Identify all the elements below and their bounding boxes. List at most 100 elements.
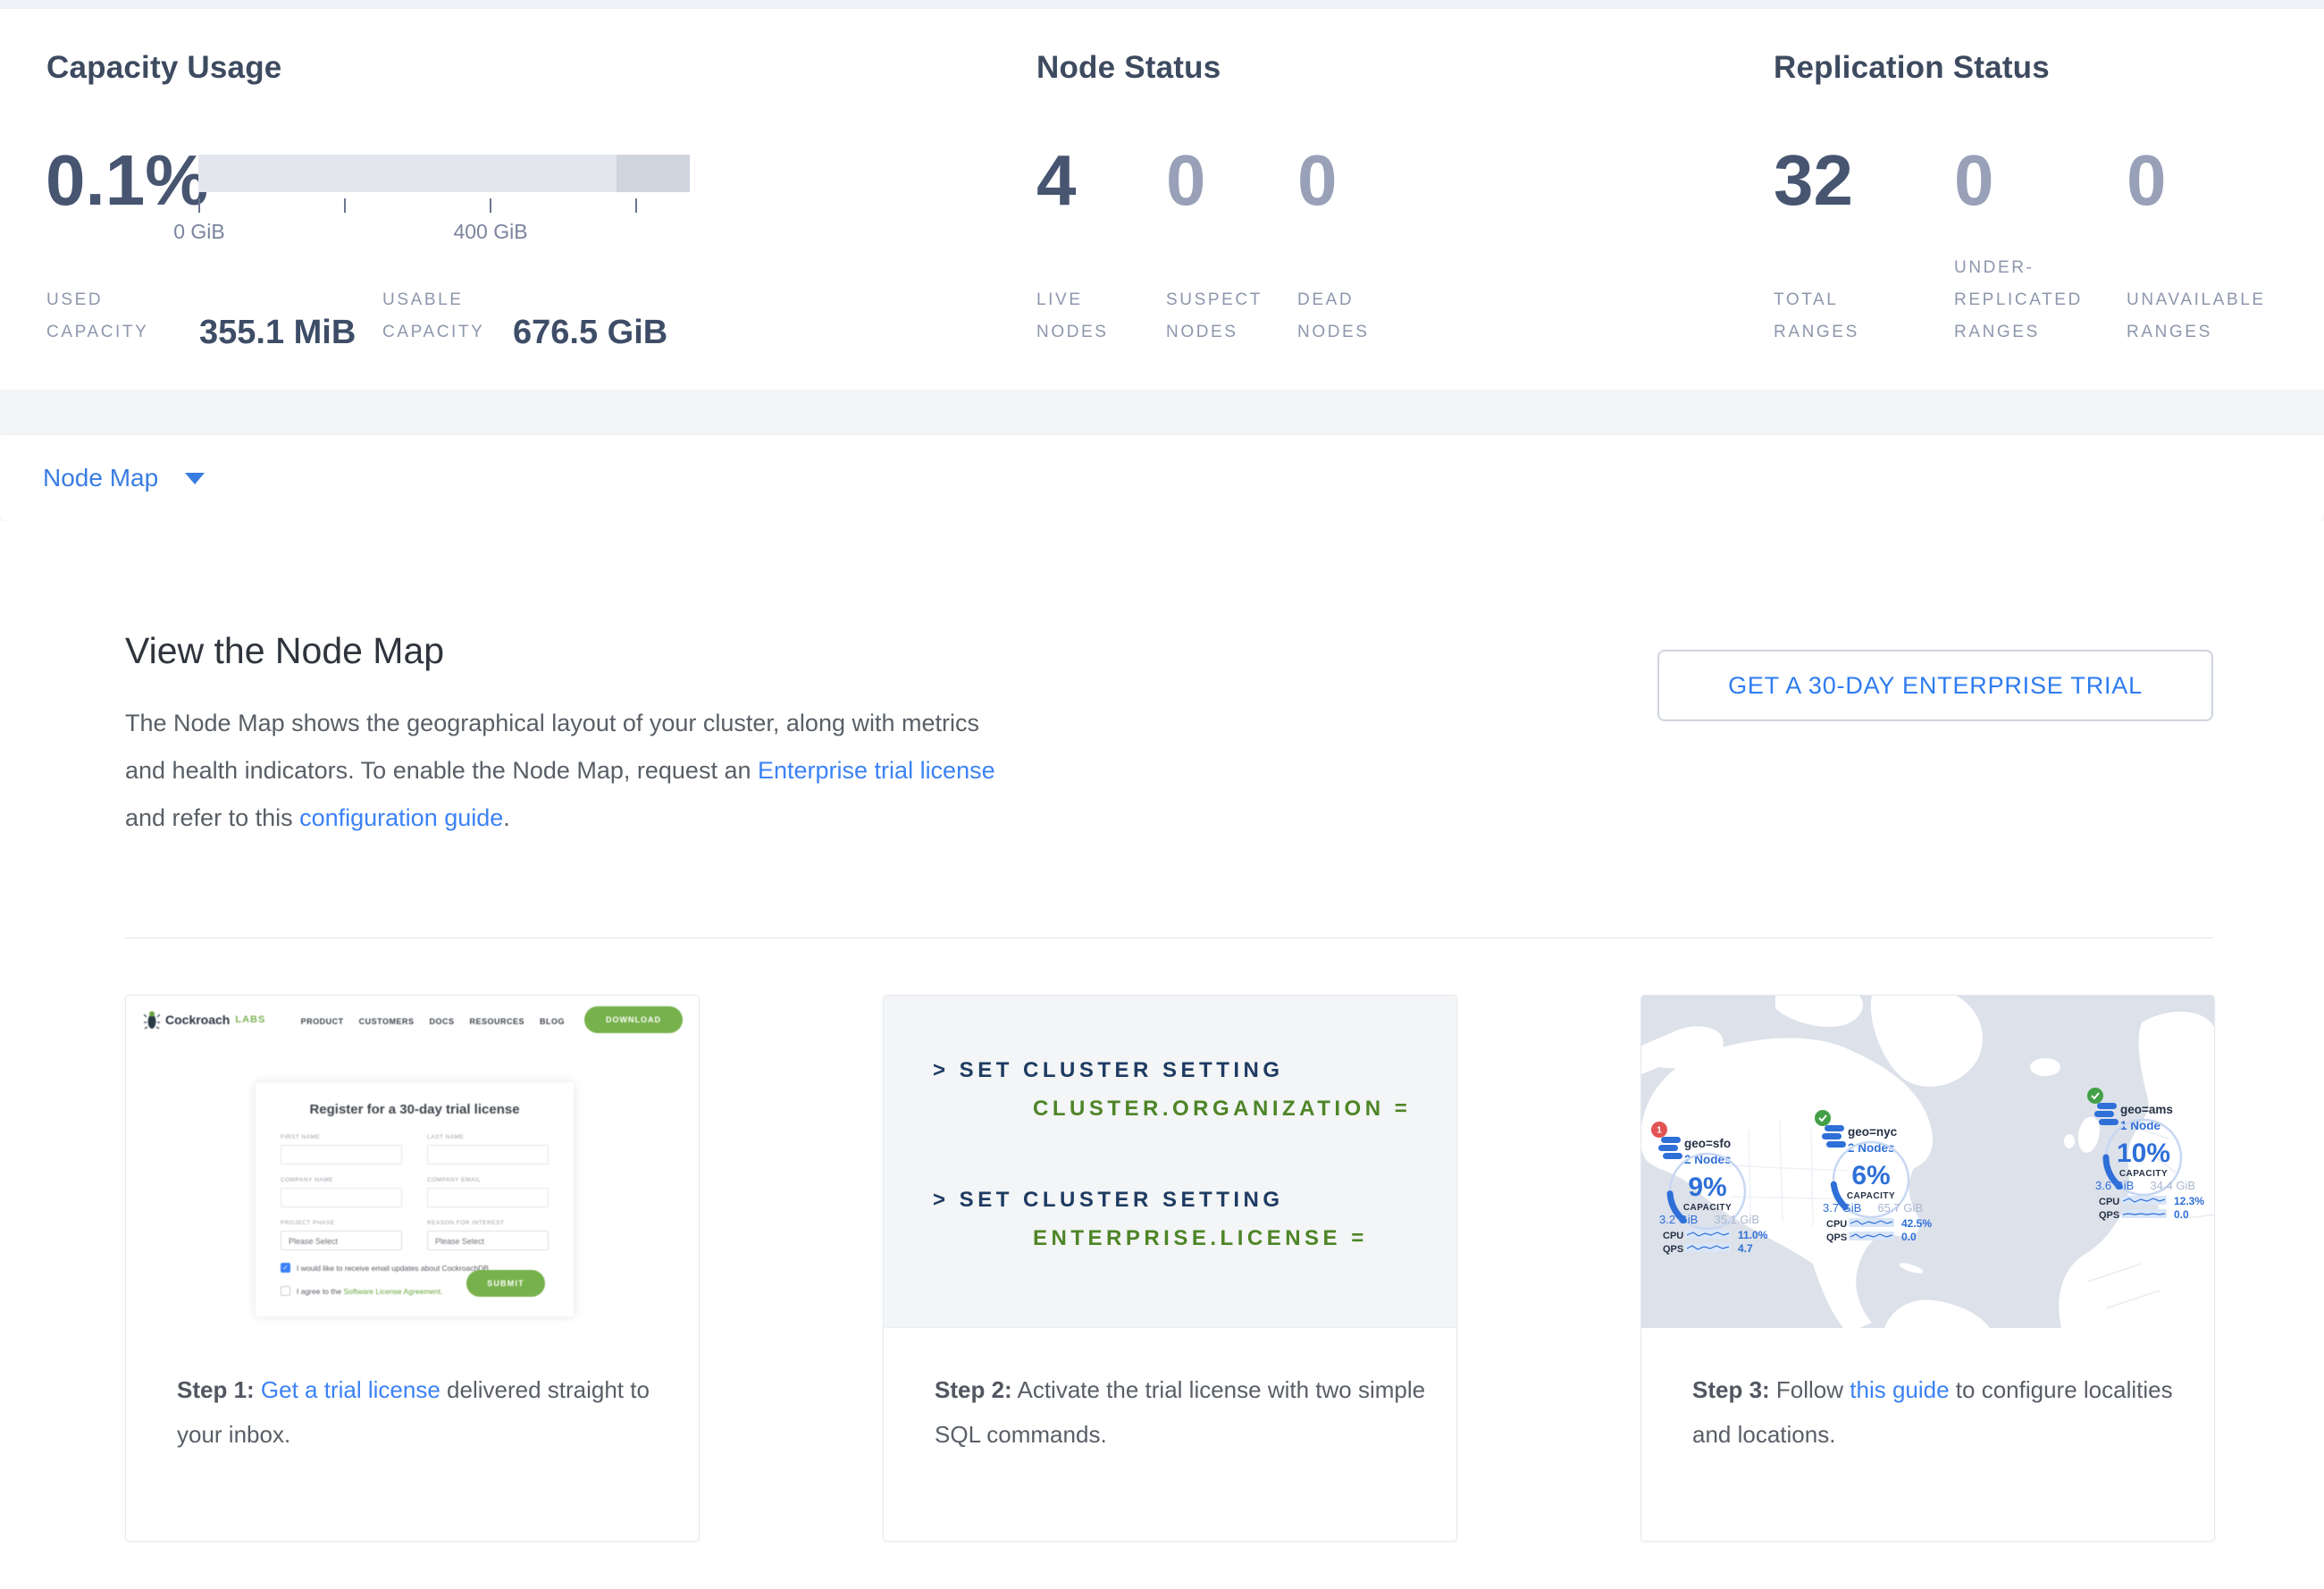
nav-item: RESOURCES bbox=[469, 1017, 524, 1026]
healthy-check-icon bbox=[1815, 1110, 1831, 1126]
view-selector-bar: Node Map bbox=[0, 435, 2324, 521]
enterprise-trial-license-link[interactable]: Enterprise trial license bbox=[758, 757, 995, 784]
suspect-nodes-label: SUSPECT NODES bbox=[1166, 284, 1263, 349]
nav-item: PRODUCT bbox=[301, 1017, 344, 1026]
capacity-percent: 10% bbox=[2117, 1139, 2170, 1168]
capacity-axis-tick bbox=[198, 198, 200, 213]
step3-node-map-thumbnail: 1 geo=sfo 2 Nodes 9% CAPACITY 3.2 GiB 35… bbox=[1641, 996, 2214, 1328]
checkbox-empty-icon bbox=[281, 1286, 290, 1296]
used-capacity: 3.2 GiB bbox=[1659, 1213, 1698, 1226]
total-capacity: 65.7 GiB bbox=[1877, 1201, 1923, 1215]
cockroach-labs-logo: Cockroach LABS bbox=[144, 1010, 265, 1030]
capacity-used-percent: 0.1% bbox=[46, 145, 208, 216]
step1-prefix: Step 1: bbox=[177, 1376, 255, 1403]
step3-prefix: Step 3: bbox=[1692, 1376, 1770, 1403]
logo-suffix-text: LABS bbox=[235, 1014, 265, 1025]
sql-statement: > SET CLUSTER SETTING bbox=[933, 1188, 1284, 1213]
step2-prefix: Step 2: bbox=[935, 1376, 1012, 1403]
description-text: . bbox=[503, 804, 510, 831]
nav-item: DOCS bbox=[429, 1017, 454, 1026]
cockroachdb-cluster-overview-page: Capacity Usage 0.1% 0 GiB 400 GiB USED C… bbox=[0, 0, 2324, 1589]
total-capacity: 35.1 GiB bbox=[1714, 1213, 1759, 1226]
get-trial-license-link[interactable]: Get a trial license bbox=[261, 1376, 440, 1403]
qps-label: QPS bbox=[1826, 1232, 1847, 1243]
used-capacity-label: USED CAPACITY bbox=[46, 284, 148, 349]
nav-item: CUSTOMERS bbox=[359, 1017, 415, 1026]
under-replicated-ranges-count: 0 bbox=[1954, 145, 1994, 216]
get-enterprise-trial-button[interactable]: GET A 30-DAY ENTERPRISE TRIAL bbox=[1657, 650, 2213, 721]
qps-label: QPS bbox=[1663, 1244, 1683, 1255]
cpu-label: CPU bbox=[1826, 1219, 1847, 1230]
used-capacity-value: 355.1 MiB bbox=[199, 315, 356, 350]
step2-caption: Step 2: Activate the trial license with … bbox=[884, 1328, 1456, 1457]
company-name-label: COMPANY NAME bbox=[281, 1177, 333, 1183]
last-name-label: LAST NAME bbox=[427, 1134, 464, 1140]
capacity-usage-bar bbox=[198, 155, 690, 192]
email-updates-text: I would like to receive email updates ab… bbox=[297, 1264, 491, 1273]
page-top-strip bbox=[0, 0, 2324, 9]
sql-setting-name: ENTERPRISE.LICENSE = bbox=[1033, 1226, 1368, 1251]
sql-statement: > SET CLUSTER SETTING bbox=[933, 1058, 1284, 1083]
replication-status-title: Replication Status bbox=[1774, 50, 2050, 86]
section-gap bbox=[0, 390, 2324, 435]
cpu-label: CPU bbox=[2099, 1197, 2119, 1207]
page-title: View the Node Map bbox=[125, 630, 444, 672]
cluster-summary-panel: Capacity Usage 0.1% 0 GiB 400 GiB USED C… bbox=[0, 9, 2324, 390]
email-updates-checkbox-row: ✓ I would like to receive email updates … bbox=[281, 1263, 491, 1273]
healthy-check-icon bbox=[2087, 1088, 2103, 1104]
download-pill-button: DOWNLOAD bbox=[584, 1006, 683, 1033]
submit-pill-button: SUBMIT bbox=[466, 1270, 545, 1297]
usable-capacity-label: USABLE CAPACITY bbox=[382, 284, 484, 349]
last-name-field bbox=[427, 1145, 549, 1164]
suspect-nodes-count: 0 bbox=[1166, 145, 1206, 216]
step1-card: Cockroach LABS PRODUCT CUSTOMERS DOCS RE… bbox=[125, 995, 700, 1542]
unavailable-ranges-label: UNAVAILABLE RANGES bbox=[2127, 284, 2266, 349]
configuration-guide-link[interactable]: configuration guide bbox=[299, 804, 503, 831]
total-ranges-count: 32 bbox=[1774, 145, 1853, 216]
caption-text: Follow bbox=[1770, 1376, 1850, 1403]
qps-value: 0.0 bbox=[2174, 1208, 2189, 1221]
step1-screenshot: Cockroach LABS PRODUCT CUSTOMERS DOCS RE… bbox=[126, 996, 699, 1328]
node-map-view-label: Node Map bbox=[43, 464, 158, 492]
node-map-description: The Node Map shows the geographical layo… bbox=[125, 700, 1023, 842]
node-map-content-area: View the Node Map The Node Map shows the… bbox=[0, 521, 2324, 1589]
capacity-axis-label-0: 0 GiB bbox=[146, 220, 253, 244]
capacity-axis-tick bbox=[344, 198, 346, 213]
node-map-view-dropdown[interactable]: Node Map bbox=[43, 435, 205, 521]
first-name-label: FIRST NAME bbox=[281, 1134, 320, 1140]
license-agreement-text: I agree to the Software License Agreemen… bbox=[297, 1287, 443, 1296]
capacity-axis-tick bbox=[490, 198, 491, 213]
capacity-caption: CAPACITY bbox=[2119, 1169, 2168, 1179]
world-map-illustration: 1 geo=sfo 2 Nodes 9% CAPACITY 3.2 GiB 35… bbox=[1641, 996, 2214, 1328]
cpu-value: 42.5% bbox=[1901, 1217, 1932, 1230]
nav-item: BLOG bbox=[540, 1017, 565, 1026]
reason-for-interest-select: Please Select bbox=[427, 1231, 549, 1250]
svg-text:1: 1 bbox=[1657, 1126, 1662, 1136]
sql-code-pane: > SET CLUSTER SETTING CLUSTER.ORGANIZATI… bbox=[884, 996, 1456, 1328]
cockroach-icon bbox=[144, 1010, 160, 1030]
capacity-caption: CAPACITY bbox=[1847, 1191, 1895, 1201]
caption-text bbox=[255, 1376, 261, 1403]
step1-caption: Step 1: Get a trial license delivered st… bbox=[126, 1328, 699, 1457]
step2-card: > SET CLUSTER SETTING CLUSTER.ORGANIZATI… bbox=[883, 995, 1457, 1542]
capacity-axis-label-400: 400 GiB bbox=[437, 220, 544, 244]
reason-for-interest-label: REASON FOR INTEREST bbox=[427, 1220, 504, 1226]
form-title: Register for a 30-day trial license bbox=[256, 1102, 574, 1117]
first-name-field bbox=[281, 1145, 402, 1164]
node-status-title: Node Status bbox=[1036, 50, 1221, 86]
capacity-caption: CAPACITY bbox=[1683, 1203, 1732, 1213]
used-capacity: 3.7 GiB bbox=[1823, 1201, 1861, 1215]
company-email-label: COMPANY EMAIL bbox=[427, 1177, 481, 1183]
locality-name: geo=sfo bbox=[1684, 1137, 1731, 1150]
step3-card: 1 geo=sfo 2 Nodes 9% CAPACITY 3.2 GiB 35… bbox=[1640, 995, 2215, 1542]
company-email-field bbox=[427, 1188, 549, 1207]
qps-value: 0.0 bbox=[1901, 1231, 1917, 1243]
dead-nodes-label: DEAD NODES bbox=[1297, 284, 1370, 349]
caret-down-icon bbox=[185, 473, 205, 484]
capacity-percent: 6% bbox=[1851, 1161, 1890, 1190]
locality-name: geo=ams bbox=[2120, 1103, 2173, 1116]
qps-value: 4.7 bbox=[1738, 1242, 1753, 1255]
step2-sql-snippet: > SET CLUSTER SETTING CLUSTER.ORGANIZATI… bbox=[884, 996, 1456, 1328]
checkbox-checked-icon: ✓ bbox=[281, 1263, 290, 1273]
this-guide-link[interactable]: this guide bbox=[1850, 1376, 1949, 1403]
